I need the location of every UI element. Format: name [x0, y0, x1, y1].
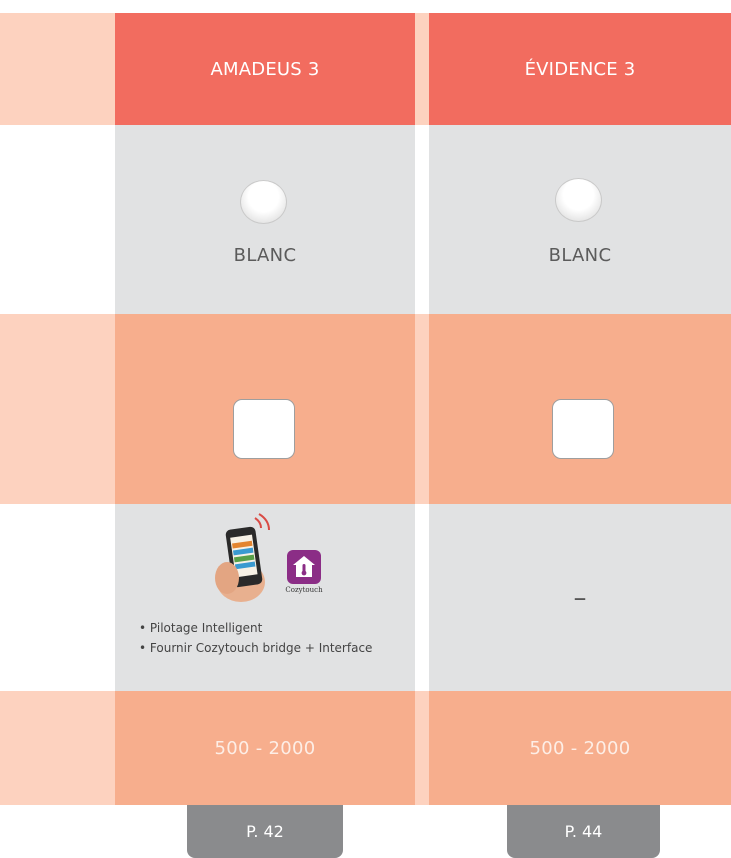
label-column-header — [0, 13, 115, 125]
cozytouch-app-icon — [287, 550, 321, 584]
amadeus-power-cell: 500 - 2000 — [115, 691, 415, 805]
feature-pilotage: • Pilotage Intelligent — [139, 621, 263, 635]
evidence-header: ÉVIDENCE 3 — [429, 13, 731, 125]
amadeus-title: AMADEUS 3 — [210, 58, 320, 80]
amadeus-color-name: BLANC — [233, 244, 297, 266]
evidence-page-label: P. 44 — [564, 822, 603, 841]
control-square-icon — [233, 399, 295, 459]
label-column-power — [0, 691, 115, 805]
evidence-color-cell: BLANC — [429, 125, 731, 314]
smartphone-icon — [215, 513, 270, 602]
evidence-title: ÉVIDENCE 3 — [524, 58, 636, 80]
cozytouch-features: • Pilotage Intelligent • Fournir Cozytou… — [139, 618, 415, 658]
evidence-power-cell: 500 - 2000 — [429, 691, 731, 805]
evidence-control-cell — [429, 314, 731, 504]
amadeus-header: AMADEUS 3 — [115, 13, 415, 125]
label-column-connectivity — [0, 504, 115, 691]
amadeus-control-cell — [115, 314, 415, 504]
evidence-connectivity-cell: – — [429, 504, 731, 691]
label-column-control — [0, 314, 115, 504]
white-color-swatch — [240, 180, 287, 224]
home-thermometer-icon — [293, 556, 315, 577]
amadeus-page-label: P. 42 — [246, 822, 284, 841]
column-separator-power — [415, 691, 429, 805]
amadeus-power-range: 500 - 2000 — [214, 737, 316, 759]
evidence-page-button[interactable]: P. 44 — [507, 805, 660, 858]
evidence-power-range: 500 - 2000 — [529, 737, 631, 759]
column-separator-header — [415, 13, 429, 125]
column-separator-control — [415, 314, 429, 504]
evidence-color-name: BLANC — [548, 244, 612, 266]
amadeus-connectivity-cell: Cozytouch • Pilotage Intelligent • Fourn… — [115, 504, 415, 691]
label-column-color — [0, 125, 115, 314]
not-available-dash: – — [573, 582, 587, 613]
cozytouch-app-label: Cozytouch — [285, 586, 323, 594]
white-color-swatch — [555, 178, 602, 222]
amadeus-page-button[interactable]: P. 42 — [187, 805, 343, 858]
feature-bridge: • Fournir Cozytouch bridge + Interface — [139, 641, 373, 655]
control-square-icon — [552, 399, 614, 459]
amadeus-color-cell: BLANC — [115, 125, 415, 314]
